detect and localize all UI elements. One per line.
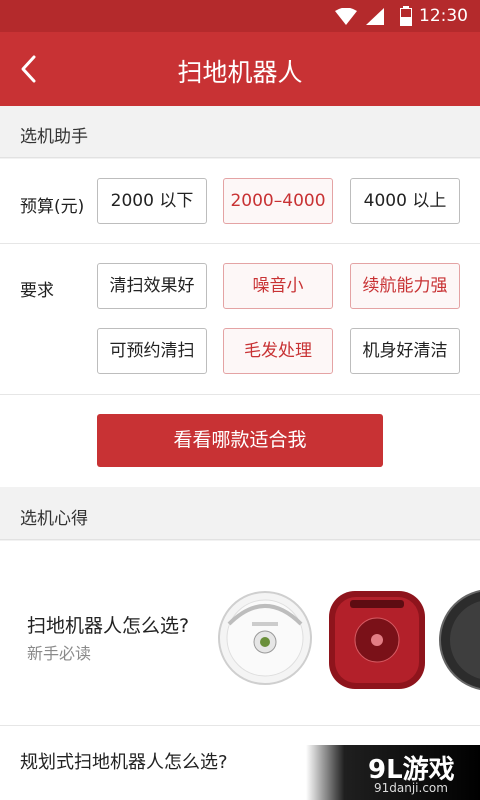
status-time: 12:30 — [419, 6, 468, 26]
requirement-option-low-noise[interactable]: 噪音小 — [223, 263, 333, 309]
section-header-assistant: 选机助手 — [0, 106, 480, 158]
guide-card-title: 扫地机器人怎么选? — [27, 615, 190, 637]
divider — [0, 394, 480, 395]
requirement-option-scheduling[interactable]: 可预约清扫 — [97, 328, 207, 374]
page-title: 扫地机器人 — [177, 58, 303, 87]
section-title: 选机心得 — [20, 509, 88, 529]
budget-option-above-4000[interactable]: 4000 以上 — [350, 178, 460, 224]
budget-option-below-2000[interactable]: 2000 以下 — [97, 178, 207, 224]
watermark: 9L游戏 91danji.com — [306, 745, 480, 800]
list-item-title: 规划式扫地机器人怎么选? — [20, 752, 228, 773]
status-bar: 12:30 — [0, 0, 480, 32]
watermark-url: 91danji.com — [374, 781, 448, 795]
find-match-button[interactable]: 看看哪款适合我 — [97, 414, 383, 467]
divider — [0, 243, 480, 244]
requirement-option-cleaning[interactable]: 清扫效果好 — [97, 263, 207, 309]
section-header-tips: 选机心得 — [0, 488, 480, 540]
guide-card-subtitle: 新手必读 — [27, 644, 92, 663]
app-bar: 扫地机器人 — [0, 32, 480, 106]
requirement-option-battery[interactable]: 续航能力强 — [350, 263, 460, 309]
requirement-option-easy-clean[interactable]: 机身好清洁 — [350, 328, 460, 374]
robot-vacuum-black-image — [439, 590, 480, 690]
robot-vacuum-red-image — [329, 591, 425, 689]
signal-icon — [366, 8, 384, 25]
wifi-icon — [335, 8, 357, 25]
section-title: 选机助手 — [20, 127, 88, 147]
requirements-label: 要求 — [20, 281, 54, 301]
robot-vacuum-white-image — [218, 591, 312, 685]
battery-icon — [400, 6, 412, 26]
budget-label: 预算(元) — [20, 197, 85, 217]
requirement-option-hair[interactable]: 毛发处理 — [223, 328, 333, 374]
budget-option-2000-4000[interactable]: 2000–4000 — [223, 178, 333, 224]
